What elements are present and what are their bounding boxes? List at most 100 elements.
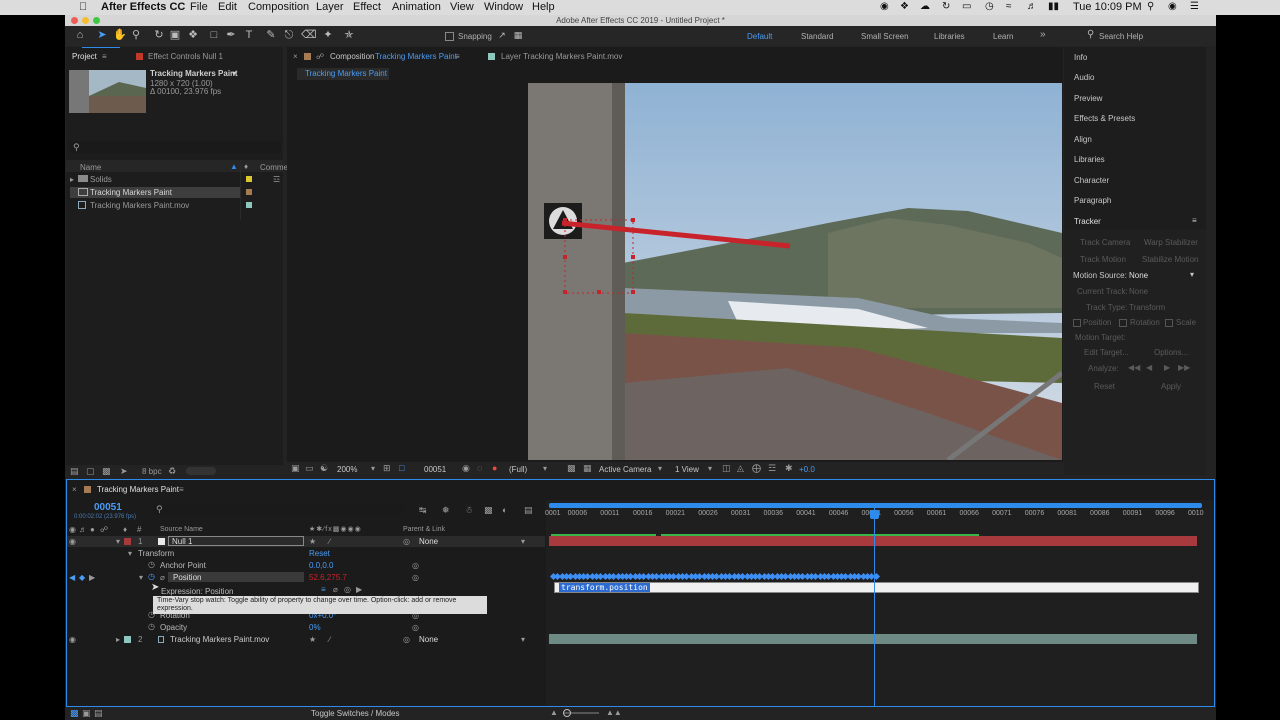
workspace-libraries[interactable]: Libraries [934, 32, 965, 41]
playhead-line[interactable] [874, 508, 875, 706]
pen-tool-icon[interactable]: ✒ [225, 29, 237, 41]
position-checkbox[interactable] [1073, 319, 1081, 327]
next-keyframe-icon[interactable]: ▶ [89, 573, 95, 582]
label-swatch[interactable] [246, 189, 252, 195]
zoom-dropdown[interactable]: 200% [337, 465, 357, 474]
rotation-checkbox[interactable] [1119, 319, 1127, 327]
column-comment[interactable]: Comme [260, 163, 288, 172]
menu-view[interactable]: View [450, 1, 474, 13]
position-row[interactable]: ◀ ◆ ▶ ▾ ◷ ⌀ Position 52.6,275.7 ◎ [67, 572, 545, 583]
rotation-tool-icon[interactable]: ↻ [153, 29, 165, 41]
column-parent-link[interactable]: Parent & Link [403, 526, 445, 533]
menu-file[interactable]: File [190, 1, 208, 13]
pickwhip-icon[interactable]: ◎ [403, 537, 410, 546]
minimize-window-button[interactable] [82, 17, 89, 24]
frame-blending-icon[interactable]: ▩ [484, 505, 493, 516]
zoom-out-icon[interactable]: ▲ [550, 708, 558, 717]
project-search-input[interactable]: ⚲ [69, 141, 281, 153]
comp-menu-icon[interactable]: ≡ [455, 52, 460, 61]
battery-icon[interactable]: ▮▮ [1048, 1, 1059, 12]
timeline-zoom-thumb[interactable] [563, 709, 571, 717]
hand-tool-icon[interactable]: ✋ [113, 29, 127, 41]
list-item[interactable]: ▸ Solids ☲ [70, 174, 280, 185]
workspace-default[interactable]: Default [747, 32, 772, 41]
tab-composition-name[interactable]: Tracking Markers Paint [375, 52, 457, 61]
timemachine-icon[interactable]: ◷ [985, 1, 994, 12]
region-of-interest-icon[interactable]: □ [399, 463, 404, 473]
current-timecode[interactable]: 00051 [94, 502, 122, 513]
playhead-handle[interactable] [870, 510, 879, 519]
zoom-window-button[interactable] [93, 17, 100, 24]
audio-toggle-icon[interactable]: ♬ [79, 525, 87, 534]
camera-tool-icon[interactable]: ▣ [169, 29, 181, 41]
workspace-learn[interactable]: Learn [993, 32, 1013, 41]
menu-layer[interactable]: Layer [316, 1, 344, 13]
menu-animation[interactable]: Animation [392, 1, 441, 13]
type-tool-icon[interactable]: T [243, 29, 255, 41]
chevron-right-icon[interactable]: ▸ [116, 635, 120, 644]
sync-icon[interactable]: ↻ [942, 1, 950, 12]
record-icon[interactable]: ◉ [880, 1, 889, 12]
chevron-right-icon[interactable]: ▸ [70, 174, 74, 185]
panel-audio[interactable]: Audio [1074, 73, 1094, 82]
analyze-forward-one-icon[interactable]: ▶ [1164, 363, 1170, 372]
shy-switch-icon[interactable]: ★ [309, 635, 316, 644]
expression-editor[interactable]: transform.position [554, 582, 1199, 593]
menu-window[interactable]: Window [484, 1, 523, 13]
expression-enable-icon[interactable]: ≡ [321, 585, 326, 594]
draft-3d-icon[interactable]: ⨁ [752, 463, 761, 474]
zoom-in-icon[interactable]: ▲▲ [606, 708, 622, 717]
motion-blur-icon[interactable]: ◐ [502, 505, 507, 515]
mask-visibility-icon[interactable]: ☯ [320, 463, 328, 474]
fast-previews-icon[interactable]: ▩ [567, 463, 576, 474]
pickwhip-icon[interactable]: ◎ [403, 635, 410, 644]
tab-effect-controls[interactable]: Effect Controls Null 1 [148, 52, 223, 61]
zoom-tool-icon[interactable]: ⚲ [130, 29, 142, 41]
analyze-back-icon[interactable]: ◀◀ [1128, 363, 1140, 372]
timeline-search-input[interactable]: ⚲ [153, 504, 405, 515]
keyframe-icon[interactable]: ◆ [79, 573, 85, 582]
visibility-icon[interactable]: ◉ [69, 635, 76, 644]
panel-align[interactable]: Align [1074, 135, 1092, 144]
selection-tool-icon[interactable]: ➤ [96, 29, 108, 41]
spotlight-icon[interactable]: ⚲ [1147, 1, 1154, 12]
chevron-down-icon[interactable]: ▾ [139, 573, 143, 582]
clone-stamp-tool-icon[interactable]: ⎋ [283, 29, 295, 41]
quality-switch-icon[interactable]: ∕ [329, 635, 330, 644]
video-toggle-icon[interactable]: ◉ [69, 525, 76, 534]
apply-button[interactable]: Apply [1161, 382, 1181, 391]
layer-bar-footage[interactable] [549, 634, 1197, 644]
timeline-menu-icon[interactable]: ≡ [179, 485, 184, 494]
layer-row-2[interactable]: ◉ ▸ 2 Tracking Markers Paint.mov ★ ∕ ◎ N… [67, 634, 545, 645]
expression-pickwhip-icon[interactable]: ◎ [344, 585, 351, 594]
column-source-name[interactable]: Source Name [160, 526, 203, 533]
panel-paragraph[interactable]: Paragraph [1074, 196, 1111, 205]
trash-icon[interactable]: ♻ [168, 466, 176, 477]
creative-cloud-icon[interactable]: ☁ [920, 1, 930, 12]
in-out-icon[interactable]: ▤ [94, 708, 103, 719]
rectangle-tool-icon[interactable]: □ [208, 29, 220, 41]
shy-switch-icon[interactable]: ★ [309, 537, 316, 546]
menu-help[interactable]: Help [532, 1, 555, 13]
tab-project[interactable]: Project [72, 52, 97, 61]
lock-icon[interactable]: ☍ [100, 525, 108, 534]
monitor-icon[interactable]: ▭ [305, 463, 314, 474]
solo-icon[interactable]: ● [90, 525, 95, 534]
tab-timeline[interactable]: Tracking Markers Paint [97, 485, 179, 494]
prev-keyframe-icon[interactable]: ◀ [69, 573, 75, 582]
panel-libraries[interactable]: Libraries [1074, 155, 1105, 164]
eraser-tool-icon[interactable]: ⌫ [301, 29, 317, 41]
flowchart-icon[interactable]: ☲ [768, 463, 776, 474]
close-tab-icon[interactable]: × [72, 485, 77, 494]
track-motion-button[interactable]: Track Motion [1080, 255, 1126, 264]
puppet-pin-tool-icon[interactable]: ✯ [343, 29, 355, 41]
list-item[interactable]: Tracking Markers Paint.mov [70, 200, 280, 211]
scale-checkbox[interactable] [1165, 319, 1173, 327]
tracker-menu-icon[interactable]: ≡ [1192, 216, 1197, 225]
edit-target-button[interactable]: Edit Target... [1084, 348, 1129, 357]
expression-row[interactable]: ➤ Expression: Position ≡ ⌀ ◎ ▶ [67, 582, 545, 596]
exposure-icon[interactable]: ✱ [785, 463, 793, 474]
stopwatch-icon[interactable]: ◷ [148, 560, 155, 569]
apple-icon[interactable]:  [79, 1, 87, 13]
layer-label-swatch[interactable] [124, 636, 131, 643]
